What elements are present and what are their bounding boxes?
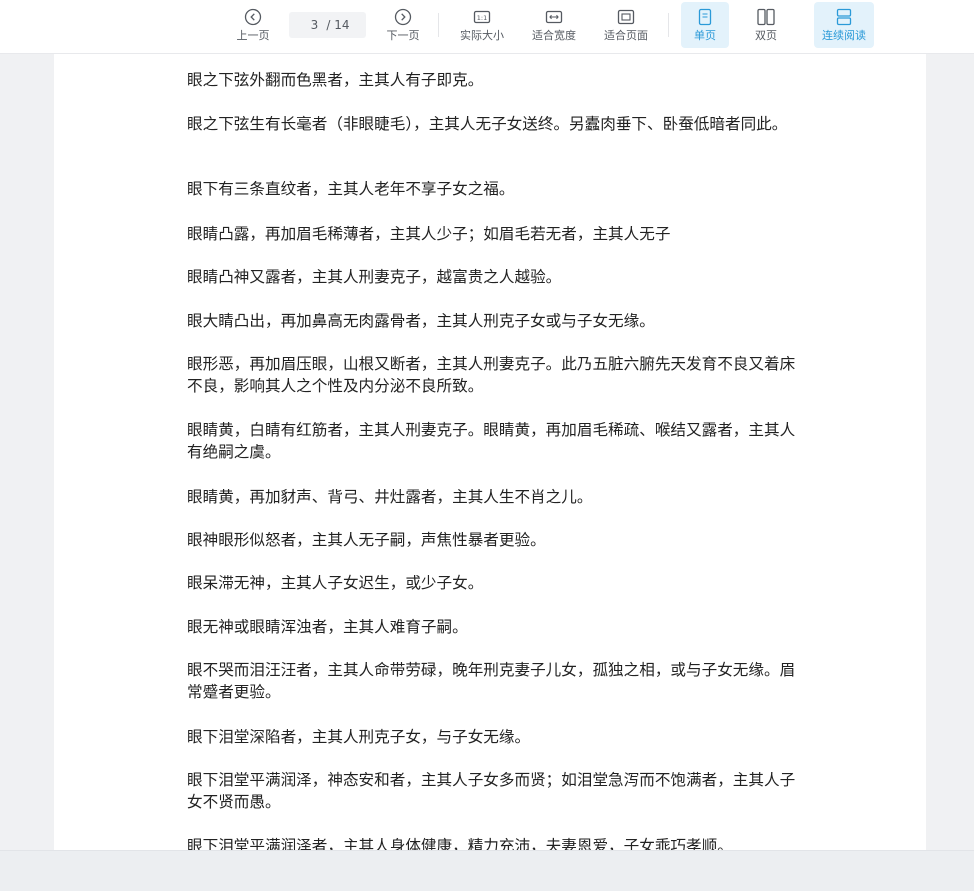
next-page-label: 下一页 bbox=[386, 29, 420, 42]
chevron-left-circle-icon bbox=[244, 8, 262, 26]
actual-size-button[interactable]: 1:1 实际大小 bbox=[454, 2, 510, 48]
paragraph: 眼之下弦生有长毫者（非眼睫毛），主其人无子女送终。另蠹肉垂下、卧蚕低暗者同此。 bbox=[187, 115, 788, 133]
prev-page-button[interactable]: 上一页 bbox=[230, 2, 276, 48]
fit-width-button[interactable]: 适合宽度 bbox=[526, 2, 582, 48]
document-viewer[interactable]: 眼之下弦外翻而色黑者，主其人有子即克。 眼之下弦生有长毫者（非眼睫毛），主其人无… bbox=[0, 54, 974, 850]
paragraph: 眼呆滞无神，主其人子女迟生，或少子女。 bbox=[187, 574, 484, 592]
paragraph: 眼下有三条直纹者，主其人老年不享子女之福。 bbox=[187, 180, 515, 198]
fit-width-label: 适合宽度 bbox=[532, 29, 576, 42]
single-page-label: 单页 bbox=[694, 29, 716, 42]
continuous-reading-label: 连续阅读 bbox=[822, 29, 866, 42]
bottom-bar bbox=[0, 850, 974, 891]
fit-page-button[interactable]: 适合页面 bbox=[598, 2, 654, 48]
svg-text:1:1: 1:1 bbox=[477, 14, 487, 22]
page-total: / 14 bbox=[326, 18, 350, 32]
continuous-reading-button[interactable]: 连续阅读 bbox=[814, 2, 874, 48]
paragraph: 眼不哭而泪汪汪者，主其人命带劳碌，晚年刑克妻子儿女，孤独之相，或与子女无缘。眉常… bbox=[187, 661, 796, 701]
paragraph: 眼睛黄，再加豺声、背弓、井灶露者，主其人生不肖之儿。 bbox=[187, 488, 593, 506]
paragraph: 眼下泪堂平满润泽者，主其人身体健康，精力充沛，夫妻恩爱，子女乖巧孝顺。 bbox=[187, 837, 733, 850]
toolbar-divider bbox=[438, 13, 439, 37]
paragraph: 眼无神或眼睛浑浊者，主其人难育子嗣。 bbox=[187, 618, 468, 636]
document-page: 眼之下弦外翻而色黑者，主其人有子即克。 眼之下弦生有长毫者（非眼睫毛），主其人无… bbox=[54, 54, 926, 850]
paragraph: 眼大睛凸出，再加鼻高无肉露骨者，主其人刑克子女或与子女无缘。 bbox=[187, 312, 655, 330]
fit-page-label: 适合页面 bbox=[604, 29, 648, 42]
chevron-right-circle-icon bbox=[394, 8, 412, 26]
actual-size-label: 实际大小 bbox=[460, 29, 504, 42]
paragraph: 眼形恶，再加眉压眼，山根又断者，主其人刑妻克子。此乃五脏六腑先天发育不良又着床不… bbox=[187, 355, 796, 395]
prev-page-label: 上一页 bbox=[236, 29, 270, 42]
continuous-reading-icon bbox=[836, 8, 852, 26]
single-page-icon bbox=[698, 8, 712, 26]
double-page-label: 双页 bbox=[755, 29, 777, 42]
paragraph: 眼睛凸神又露者，主其人刑妻克子，越富贵之人越验。 bbox=[187, 268, 562, 286]
paragraph: 眼下泪堂平满润泽，神态安和者，主其人子女多而贤；如泪堂急泻而不饱满者，主其人子女… bbox=[187, 771, 796, 811]
page-number-input[interactable] bbox=[305, 18, 324, 32]
double-page-button[interactable]: 双页 bbox=[742, 2, 790, 48]
paragraph: 眼神眼形似怒者，主其人无子嗣，声焦性暴者更验。 bbox=[187, 531, 546, 549]
paragraph: 眼睛凸露，再加眉毛稀薄者，主其人少子；如眉毛若无者，主其人无子 bbox=[187, 225, 671, 243]
next-page-button[interactable]: 下一页 bbox=[380, 2, 426, 48]
toolbar-divider bbox=[668, 13, 669, 37]
reader-toolbar: 上一页 / 14 下一页 1:1 实际大小 适合宽度 适合页面 bbox=[0, 0, 974, 54]
double-page-icon bbox=[757, 8, 775, 26]
paragraph: 眼之下弦外翻而色黑者，主其人有子即克。 bbox=[187, 71, 484, 89]
actual-size-icon: 1:1 bbox=[473, 10, 491, 24]
fit-page-icon bbox=[617, 9, 635, 25]
single-page-button[interactable]: 单页 bbox=[681, 2, 729, 48]
paragraph: 眼睛黄，白睛有红筋者，主其人刑妻克子。眼睛黄，再加眉毛稀疏、喉结又露者，主其人有… bbox=[187, 421, 796, 461]
page-indicator: / 14 bbox=[289, 12, 366, 38]
paragraph: 眼下泪堂深陷者，主其人刑克子女，与子女无缘。 bbox=[187, 728, 531, 746]
fit-width-icon bbox=[545, 10, 563, 24]
